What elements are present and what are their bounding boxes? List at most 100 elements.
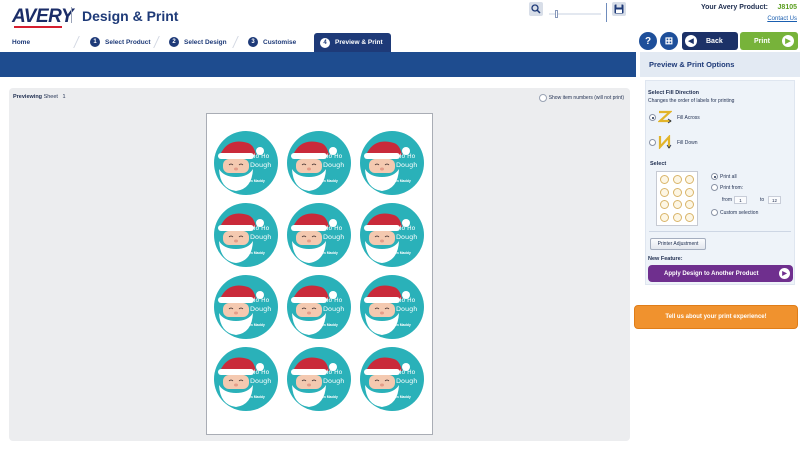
mini-label-dot[interactable]: [660, 187, 669, 197]
step-number-badge: 2: [169, 37, 179, 47]
save-button[interactable]: [612, 2, 626, 16]
select-title: Select: [650, 161, 667, 167]
top-header: AVERY Design & Print Your Avery Product:…: [0, 0, 800, 30]
mini-label-dot[interactable]: [660, 200, 669, 209]
apply-design-button[interactable]: Apply Design to Another Product ▶: [648, 265, 793, 282]
view-toggle-button[interactable]: ⊞: [660, 32, 678, 50]
label-text-line2: Dough: [396, 233, 418, 241]
show-item-numbers-toggle[interactable]: Show item numbers (will not print): [538, 94, 624, 102]
label-item[interactable]: Ho Ho Dough From Maddy: [214, 347, 278, 411]
label-item[interactable]: Ho Ho Dough From Maddy: [360, 275, 424, 339]
label-text-line2: Dough: [396, 377, 418, 385]
to-label: to: [760, 197, 765, 203]
custom-selection-radio[interactable]: [711, 209, 718, 216]
label-text-from: From Maddy: [244, 179, 265, 183]
label-item[interactable]: Ho Ho Dough From Maddy: [287, 347, 351, 411]
feedback-button[interactable]: Tell us about your print experience!: [634, 305, 798, 329]
tab-separator: [153, 36, 167, 48]
label-item[interactable]: Ho Ho Dough From Maddy: [214, 203, 278, 267]
options-title: Preview & Print Options: [649, 60, 735, 69]
tab-home[interactable]: Home: [12, 33, 30, 51]
tab-preview-print-label: Preview & Print: [335, 39, 383, 46]
mini-label-dot[interactable]: [685, 175, 694, 184]
label-text-from: From Maddy: [317, 323, 338, 327]
print-all-label[interactable]: Print all: [720, 174, 737, 180]
mini-label-dot[interactable]: [672, 175, 682, 184]
step-number-badge: 1: [90, 37, 100, 47]
show-item-numbers-checkbox[interactable]: [538, 94, 547, 102]
arrow-right-icon: ▶: [779, 268, 790, 279]
mini-label-dot[interactable]: [685, 200, 694, 209]
feedback-label: Tell us about your print experience!: [665, 314, 767, 320]
contact-us-link[interactable]: Contact Us: [767, 16, 797, 22]
label-sheet[interactable]: Ho Ho Dough From Maddy Ho Ho Dough From Maddy…: [206, 113, 433, 435]
tab-select-design-label: Select Design: [184, 38, 227, 46]
label-text-line2: Dough: [323, 233, 345, 241]
label-item[interactable]: Ho Ho Dough From Maddy: [214, 131, 278, 195]
label-text-line2: Dough: [323, 161, 345, 169]
label-item[interactable]: Ho Ho Dough From Maddy: [287, 131, 351, 195]
from-input[interactable]: 1: [734, 196, 747, 204]
save-label: Save: [613, 17, 625, 22]
previewing-info: Previewing Sheet 1: [13, 94, 66, 100]
label-text-from: From Maddy: [390, 251, 411, 255]
tab-preview-print[interactable]: 4 Preview & Print: [314, 33, 391, 52]
preview-panel: Previewing Sheet 1 Show item numbers (wi…: [9, 88, 630, 441]
label-item[interactable]: Ho Ho Dough From Maddy: [287, 203, 351, 267]
tab-separator: [73, 36, 87, 48]
label-item[interactable]: Ho Ho Dough From Maddy: [287, 275, 351, 339]
label-item[interactable]: Ho Ho Dough From Maddy: [360, 131, 424, 195]
label-text-from: From Maddy: [390, 395, 411, 399]
label-text-line1: Ho Ho: [397, 369, 416, 376]
help-button[interactable]: ?: [639, 32, 657, 50]
fill-across-radio[interactable]: [649, 114, 656, 121]
label-text-line2: Dough: [250, 233, 272, 241]
fill-across-label[interactable]: Fill Across: [677, 115, 700, 121]
zoom-label: Zoom: [530, 17, 542, 22]
mini-label-dot[interactable]: [672, 212, 682, 222]
fill-down-radio[interactable]: [649, 139, 656, 146]
label-text-line1: Ho Ho: [251, 369, 270, 376]
tab-customise[interactable]: 3 Customise: [248, 33, 296, 51]
printer-adjustment-button[interactable]: Printer Adjustment: [650, 238, 706, 250]
arrow-left-icon: ◀: [685, 35, 697, 47]
help-icon: ?: [644, 35, 652, 47]
options-divider: [649, 231, 791, 232]
to-input[interactable]: 12: [768, 196, 781, 204]
zoom-button[interactable]: [529, 2, 543, 16]
mini-label-dot[interactable]: [672, 187, 682, 197]
label-text-line1: Ho Ho: [324, 225, 343, 232]
tab-select-design[interactable]: 2 Select Design: [169, 33, 227, 51]
label-text-line1: Ho Ho: [397, 297, 416, 304]
tab-select-product[interactable]: 1 Select Product: [90, 33, 151, 51]
print-all-radio[interactable]: [711, 173, 718, 180]
fill-direction-subtitle: Changes the order of labels for printing: [648, 98, 735, 104]
avery-logo[interactable]: AVERY: [6, 4, 74, 28]
zoom-slider-thumb[interactable]: [554, 10, 558, 18]
grid-icon: ⊞: [664, 35, 674, 47]
label-text-line1: Ho Ho: [251, 153, 270, 160]
label-item[interactable]: Ho Ho Dough From Maddy: [360, 203, 424, 267]
custom-selection-label[interactable]: Custom selection: [720, 210, 758, 216]
print-from-radio[interactable]: [711, 184, 718, 191]
fill-down-icon: [658, 135, 672, 149]
label-text-line1: Ho Ho: [251, 297, 270, 304]
label-text-line2: Dough: [396, 305, 418, 313]
label-text-line2: Dough: [250, 305, 272, 313]
label-text-line2: Dough: [250, 161, 272, 169]
mini-label-dot[interactable]: [672, 200, 682, 209]
magnifier-icon: [531, 4, 541, 14]
mini-sheet-selector[interactable]: [656, 171, 698, 226]
fill-down-label[interactable]: Fill Down: [677, 140, 698, 146]
print-from-label[interactable]: Print from:: [720, 185, 743, 191]
mini-label-dot[interactable]: [660, 175, 669, 184]
label-item[interactable]: Ho Ho Dough From Maddy: [360, 347, 424, 411]
back-button[interactable]: ◀ Back: [682, 32, 738, 50]
mini-label-dot[interactable]: [685, 212, 694, 222]
zoom-min-label: 0%: [548, 4, 555, 9]
print-button[interactable]: Print ▶: [740, 32, 798, 50]
mini-label-dot[interactable]: [685, 187, 694, 197]
label-item[interactable]: Ho Ho Dough From Maddy: [214, 275, 278, 339]
printer-adjustment-label: Printer Adjustment: [657, 241, 699, 247]
mini-label-dot[interactable]: [660, 212, 669, 222]
